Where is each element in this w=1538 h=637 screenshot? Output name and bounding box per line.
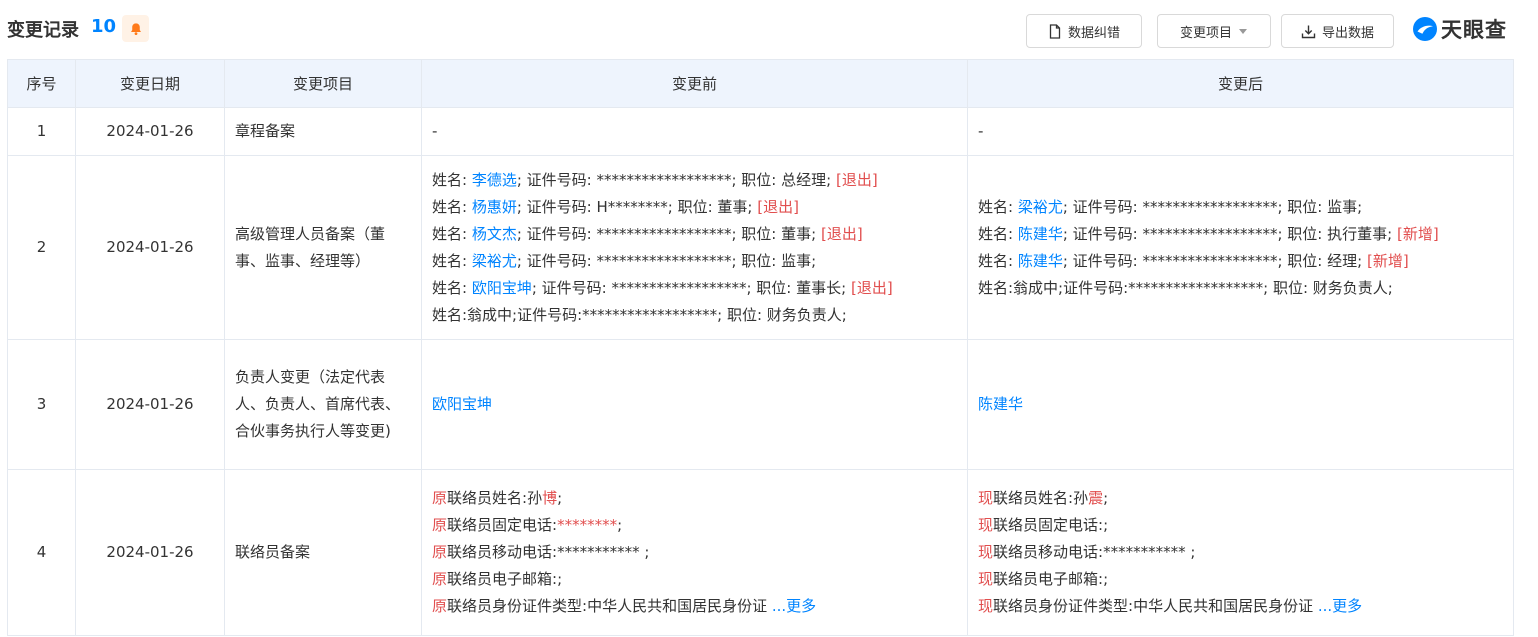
row-date: 2024-01-26: [75, 469, 225, 636]
table-row: 2 2024-01-26 高级管理人员备案（董事、监事、经理等） 姓名: 李德选…: [7, 155, 1514, 340]
original-prefix: 原: [432, 597, 448, 615]
contact-entry: 现联络员移动电话:*********** ;: [978, 543, 1196, 561]
person-entry: 姓名: 欧阳宝坤; 证件号码: ******************; 职位: …: [432, 278, 893, 297]
row-date: 2024-01-26: [75, 107, 225, 156]
exit-tag: [退出]: [850, 278, 893, 297]
current-prefix: 现: [978, 543, 994, 561]
person-link[interactable]: 杨惠妍: [472, 198, 517, 216]
current-prefix: 现: [978, 570, 994, 588]
new-tag: [新增]: [1396, 224, 1439, 243]
row-before: 姓名: 李德选; 证件号码: ******************; 职位: 总…: [421, 155, 968, 340]
data-correction-label: 数据纠错: [1067, 25, 1120, 41]
row-before: -: [421, 107, 968, 156]
person-entry: 姓名:翁成中;证件号码:******************; 职位: 财务负责…: [432, 305, 847, 324]
row-before: 原联络员姓名:孙博; 原联络员固定电话:********; 原联络员移动电话:*…: [421, 469, 968, 636]
column-header-index: 序号: [7, 59, 76, 108]
more-link[interactable]: ...更多: [1318, 597, 1362, 615]
table-row: 3 2024-01-26 负责人变更（法定代表人、负责人、首席代表、合伙事务执行…: [7, 339, 1514, 470]
tianyancha-logo-text: 天眼查: [1441, 18, 1507, 42]
contact-entry: 现联络员电子邮箱:;: [978, 570, 1109, 588]
new-tag: [新增]: [1366, 251, 1409, 270]
change-item-filter-label: 变更项目: [1179, 25, 1232, 41]
bell-icon: [130, 22, 141, 35]
contact-entry: 现联络员固定电话:;: [978, 516, 1109, 534]
document-icon: [1049, 23, 1061, 39]
person-link[interactable]: 杨文杰: [472, 225, 517, 243]
row-date: 2024-01-26: [75, 155, 225, 340]
current-prefix: 现: [978, 516, 994, 534]
change-item-filter-dropdown[interactable]: 变更项目: [1157, 14, 1271, 48]
subscribe-bell-button[interactable]: [122, 15, 149, 42]
contact-entry: 原联络员固定电话:********;: [432, 516, 623, 534]
section-header: 变更记录 10 数据纠错 变更项目 导出数据 天眼查: [0, 0, 1538, 58]
original-prefix: 原: [432, 489, 448, 507]
current-prefix: 现: [978, 489, 994, 507]
export-data-label: 导出数据: [1321, 25, 1374, 41]
original-prefix: 原: [432, 570, 448, 588]
person-link[interactable]: 梁裕尤: [1018, 198, 1063, 216]
column-header-date: 变更日期: [75, 59, 225, 108]
person-entry: 姓名: 杨文杰; 证件号码: ******************; 职位: 董…: [432, 224, 863, 243]
tianyancha-logo: 天眼查: [1412, 15, 1507, 43]
person-entry: 姓名: 李德选; 证件号码: ******************; 职位: 总…: [432, 170, 878, 189]
person-entry: 姓名: 陈建华; 证件号码: ******************; 职位: 执…: [978, 224, 1439, 243]
contact-entry: 现联络员身份证件类型:中华人民共和国居民身份证 ...更多: [978, 597, 1363, 615]
contact-entry: 现联络员姓名:孙震;: [978, 489, 1109, 507]
contact-entry: 原联络员电子邮箱:;: [432, 570, 563, 588]
person-entry: 姓名:翁成中;证件号码:******************; 职位: 财务负责…: [978, 278, 1393, 297]
table-header-row: 序号 变更日期 变更项目 变更前 变更后: [7, 59, 1514, 108]
current-prefix: 现: [978, 597, 994, 615]
contact-entry: 原联络员移动电话:*********** ;: [432, 543, 650, 561]
row-index: 3: [7, 339, 76, 470]
person-entry: 姓名: 梁裕尤; 证件号码: ******************; 职位: 监…: [432, 251, 817, 270]
export-data-button[interactable]: 导出数据: [1281, 14, 1394, 48]
data-correction-button[interactable]: 数据纠错: [1026, 14, 1142, 48]
contact-entry: 原联络员身份证件类型:中华人民共和国居民身份证 ...更多: [432, 597, 817, 615]
row-item: 联络员备案: [224, 469, 422, 636]
row-item: 负责人变更（法定代表人、负责人、首席代表、合伙事务执行人等变更): [224, 339, 422, 470]
contact-entry: 原联络员姓名:孙博;: [432, 489, 563, 507]
more-link[interactable]: ...更多: [772, 597, 816, 615]
row-date: 2024-01-26: [75, 339, 225, 470]
column-header-after: 变更后: [967, 59, 1514, 108]
tianyancha-logo-icon: [1413, 17, 1437, 41]
person-link[interactable]: 李德选: [472, 171, 517, 189]
exit-tag: [退出]: [835, 170, 878, 189]
table-row: 1 2024-01-26 章程备案 - -: [7, 107, 1514, 156]
row-index: 1: [7, 107, 76, 156]
column-header-item: 变更项目: [224, 59, 422, 108]
person-link[interactable]: 梁裕尤: [472, 252, 517, 270]
change-records-table: 序号 变更日期 变更项目 变更前 变更后 1 2024-01-26 章程备案 -…: [7, 59, 1514, 636]
section-title: 变更记录: [7, 20, 79, 41]
row-before: 欧阳宝坤: [421, 339, 968, 470]
person-link[interactable]: 陈建华: [1018, 225, 1063, 243]
row-after: 陈建华: [967, 339, 1514, 470]
row-item: 高级管理人员备案（董事、监事、经理等）: [224, 155, 422, 340]
download-icon: [1301, 25, 1316, 38]
person-link[interactable]: 陈建华: [1018, 252, 1063, 270]
person-entry: 姓名: 陈建华; 证件号码: ******************; 职位: 经…: [978, 251, 1409, 270]
row-after: 现联络员姓名:孙震; 现联络员固定电话:; 现联络员移动电话:*********…: [967, 469, 1514, 636]
table-row: 4 2024-01-26 联络员备案 原联络员姓名:孙博; 原联络员固定电话:*…: [7, 469, 1514, 636]
exit-tag: [退出]: [757, 197, 799, 216]
original-prefix: 原: [432, 543, 448, 561]
caret-down-icon: [1239, 29, 1247, 34]
exit-tag: [退出]: [820, 224, 863, 243]
row-index: 4: [7, 469, 76, 636]
person-entry: 姓名: 梁裕尤; 证件号码: ******************; 职位: 监…: [978, 197, 1363, 216]
row-index: 2: [7, 155, 76, 340]
record-count: 10: [91, 16, 117, 37]
person-link[interactable]: 陈建华: [978, 395, 1023, 413]
person-link[interactable]: 欧阳宝坤: [432, 395, 492, 413]
column-header-before: 变更前: [421, 59, 968, 108]
original-prefix: 原: [432, 516, 448, 534]
person-link[interactable]: 欧阳宝坤: [472, 279, 532, 297]
row-after: -: [967, 107, 1514, 156]
row-after: 姓名: 梁裕尤; 证件号码: ******************; 职位: 监…: [967, 155, 1514, 340]
row-item: 章程备案: [224, 107, 422, 156]
person-entry: 姓名: 杨惠妍; 证件号码: H********; 职位: 董事; [退出]: [432, 197, 799, 216]
